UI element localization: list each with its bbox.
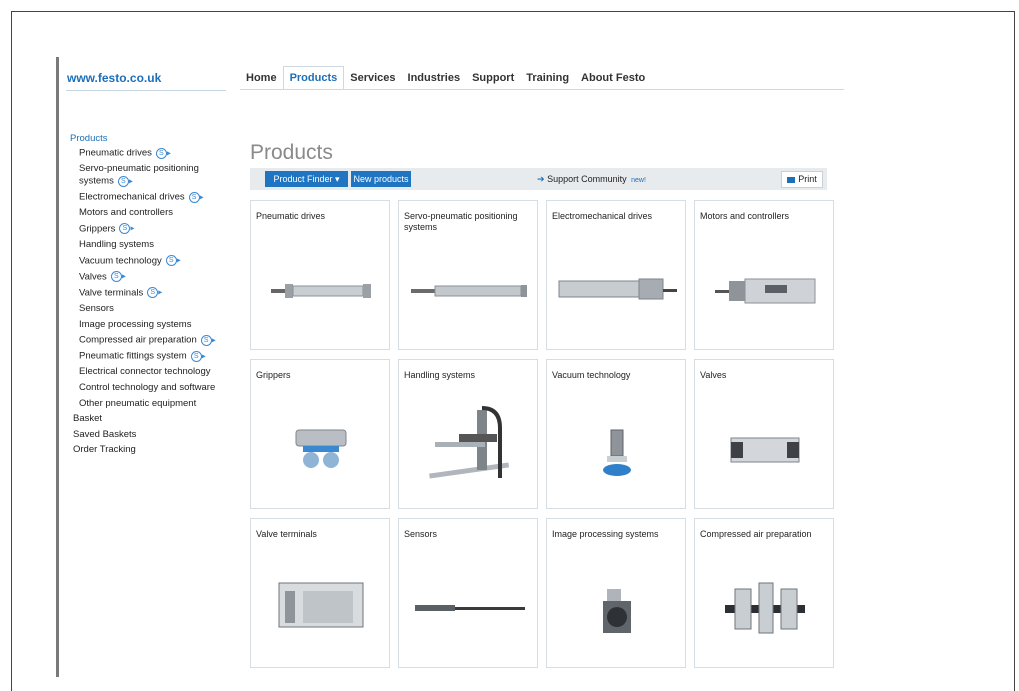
- sidebar-item-label: Other pneumatic equipment: [79, 397, 197, 409]
- sidebar-item[interactable]: Compressed air preparation S ▸: [70, 334, 230, 347]
- product-card[interactable]: Compressed air preparation: [694, 518, 834, 668]
- logo-divider: [66, 90, 226, 91]
- sidebar-item-label: Sensors: [79, 302, 114, 314]
- sidebar-item-label: Control technology and software: [79, 381, 216, 393]
- external-link-icon: S ▸: [162, 255, 181, 267]
- sidebar-item-label: Electromechanical drives: [79, 191, 185, 203]
- top-navigation: Home Products Services Industries Suppor…: [240, 66, 651, 90]
- print-label: Print: [798, 174, 817, 184]
- sidebar-item-label: Motors and controllers: [79, 207, 173, 219]
- sidebar-item[interactable]: Servo-pneumatic positioning systems S ▸: [70, 163, 230, 188]
- festo-website: www.festo.co.uk Home Products Services I…: [60, 60, 844, 680]
- sidebar-item[interactable]: Electrical connector technology: [70, 366, 230, 378]
- product-card[interactable]: Handling systems: [398, 359, 538, 509]
- electromechanical-axis-icon: [558, 278, 677, 300]
- external-link-icon: S ▸: [143, 287, 162, 299]
- nav-industries[interactable]: Industries: [402, 66, 467, 90]
- product-card[interactable]: Servo-pneumatic positioning systems: [398, 200, 538, 350]
- sidebar-item-label: Pneumatic drives: [79, 147, 152, 159]
- sidebar-item[interactable]: Pneumatic drives S ▸: [70, 147, 230, 160]
- sidebar-item[interactable]: Handling systems: [70, 239, 230, 251]
- page-title: Products: [250, 141, 333, 165]
- sidebar-item-label: Handling systems: [79, 239, 154, 251]
- pneumatic-cylinder-icon: [271, 284, 371, 298]
- sidebar-item[interactable]: Vacuum technology S ▸: [70, 255, 230, 268]
- servo-cylinder-icon: [411, 285, 527, 297]
- print-button[interactable]: Print: [781, 171, 823, 188]
- product-card[interactable]: Electromechanical drives: [546, 200, 686, 350]
- sidebar-item-label: Valves: [79, 271, 107, 283]
- sidebar-link[interactable]: Basket: [70, 413, 230, 425]
- product-finder-button[interactable]: Product Finder ▾: [265, 171, 348, 187]
- external-link-icon: S ▸: [197, 334, 216, 346]
- sensor-icon: [415, 605, 525, 611]
- product-card[interactable]: Grippers: [250, 359, 390, 509]
- arrow-right-icon: ➔: [537, 174, 545, 184]
- motor-icon: [715, 278, 816, 304]
- sidebar-item[interactable]: Motors and controllers: [70, 207, 230, 219]
- support-community-label: Support Community: [547, 174, 627, 184]
- sidebar: Products Pneumatic drives S ▸ Servo-pneumat…: [70, 133, 230, 460]
- site-logo[interactable]: www.festo.co.uk: [67, 71, 161, 85]
- nav-support[interactable]: Support: [466, 66, 520, 90]
- valve-terminal-icon: [278, 582, 364, 628]
- external-link-icon: S ▸: [187, 350, 206, 362]
- sidebar-item-label: Valve terminals: [79, 287, 144, 299]
- vacuum-suction-cup-icon: [603, 429, 631, 476]
- product-card[interactable]: Motors and controllers: [694, 200, 834, 350]
- product-card[interactable]: Valve terminals: [250, 518, 390, 668]
- camera-icon: [603, 589, 631, 633]
- nav-services[interactable]: Services: [344, 66, 401, 90]
- external-link-icon: S ▸: [185, 191, 204, 203]
- product-card[interactable]: Valves: [694, 359, 834, 509]
- sidebar-item-label: Compressed air preparation: [79, 334, 197, 346]
- window-edge: [56, 57, 59, 677]
- air-preparation-icon: [725, 582, 805, 634]
- product-finder-label: Product Finder: [273, 174, 333, 184]
- printer-icon: [787, 176, 796, 183]
- external-link-icon: S ▸: [152, 147, 171, 159]
- toolbar: Product Finder ▾ New products ➔ Support …: [250, 168, 827, 190]
- new-badge: new!: [631, 177, 646, 184]
- nav-products[interactable]: Products: [282, 66, 345, 90]
- nav-training[interactable]: Training: [520, 66, 575, 90]
- sidebar-item[interactable]: Valve terminals S ▸: [70, 287, 230, 300]
- sidebar-item-label: Image processing systems: [79, 318, 192, 330]
- nav-divider: [240, 89, 844, 90]
- gripper-icon: [295, 429, 347, 468]
- sidebar-link[interactable]: Saved Baskets: [70, 429, 230, 441]
- external-link-icon: S ▸: [107, 271, 126, 283]
- product-card[interactable]: Image processing systems: [546, 518, 686, 668]
- sidebar-item-label: Vacuum technology: [79, 255, 162, 267]
- sidebar-item[interactable]: Image processing systems: [70, 319, 230, 331]
- new-products-button[interactable]: New products: [351, 171, 411, 187]
- sidebar-item-label: Servo-pneumatic positioning systems: [79, 163, 199, 187]
- product-card[interactable]: Sensors: [398, 518, 538, 668]
- sidebar-item[interactable]: Pneumatic fittings system S ▸: [70, 350, 230, 363]
- support-community-link[interactable]: ➔ Support Community new!: [537, 174, 646, 185]
- sidebar-link[interactable]: Order Tracking: [70, 444, 230, 456]
- product-card[interactable]: Vacuum technology: [546, 359, 686, 509]
- product-card[interactable]: Pneumatic drives: [250, 200, 390, 350]
- sidebar-item[interactable]: Control technology and software: [70, 382, 230, 394]
- sidebar-item-label: Pneumatic fittings system: [79, 350, 187, 362]
- valve-icon: [730, 437, 800, 463]
- sidebar-item-label: Electrical connector technology: [79, 366, 211, 378]
- sidebar-item[interactable]: Sensors: [70, 303, 230, 315]
- nav-home[interactable]: Home: [240, 66, 283, 90]
- sidebar-item[interactable]: Other pneumatic equipment: [70, 398, 230, 410]
- sidebar-header-products[interactable]: Products: [70, 133, 230, 144]
- sidebar-item-label: Grippers: [79, 223, 116, 235]
- external-link-icon: S ▸: [115, 223, 134, 235]
- sidebar-item[interactable]: Valves S ▸: [70, 271, 230, 284]
- chevron-down-icon: ▾: [335, 174, 340, 184]
- nav-about-festo[interactable]: About Festo: [575, 66, 651, 90]
- sidebar-item[interactable]: Electromechanical drives S ▸: [70, 191, 230, 204]
- sidebar-item[interactable]: Grippers S ▸: [70, 223, 230, 236]
- handling-system-icon: [429, 406, 510, 479]
- external-link-icon: S ▸: [114, 175, 133, 187]
